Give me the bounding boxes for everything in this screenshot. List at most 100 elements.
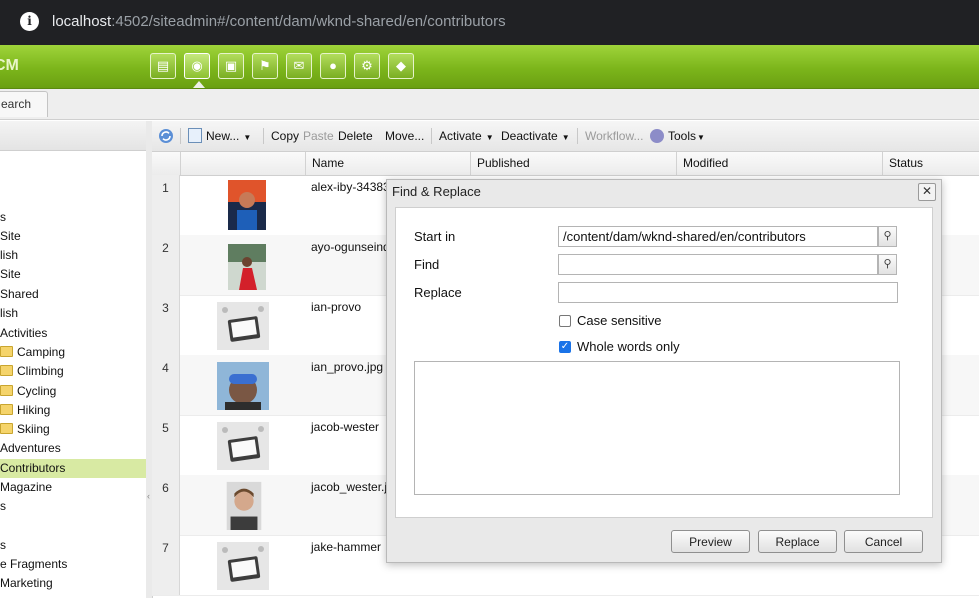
copy-button[interactable]: Copy <box>271 121 299 151</box>
site-info-icon[interactable]: i <box>20 12 39 31</box>
find-search-icon[interactable]: ⚲ <box>878 254 897 275</box>
delete-button[interactable]: Delete <box>338 121 373 151</box>
dialog-title: Find & Replace <box>392 184 481 199</box>
start-in-field[interactable] <box>558 226 878 247</box>
site-tree: s Site lish Site Shared lish Activities … <box>0 121 147 598</box>
whole-words-checkbox[interactable]: ✓ <box>559 341 571 353</box>
tab-search[interactable]: earch <box>0 91 48 117</box>
column-header-name[interactable]: Name <box>305 152 470 175</box>
new-page-icon <box>188 128 202 143</box>
tree-item[interactable] <box>0 169 146 188</box>
community-icon[interactable]: ● <box>320 53 346 79</box>
browse-path-search-icon[interactable]: ⚲ <box>878 226 897 247</box>
column-header-status[interactable]: Status <box>882 152 979 175</box>
tree-item-climbing[interactable]: Climbing <box>0 362 146 381</box>
workflow-button[interactable]: Workflow... <box>585 121 643 151</box>
tree-item-label: Camping <box>17 345 66 359</box>
deactivate-button[interactable]: Deactivate ▼ <box>501 121 570 151</box>
collapse-arrow-icon[interactable]: ‹ <box>147 491 150 501</box>
tree-item-label: Hiking <box>17 403 51 417</box>
grid-header: Name Published Modified Status <box>152 152 979 176</box>
toolbar-separator <box>263 128 264 144</box>
asset-name[interactable]: ian-provo <box>311 300 361 314</box>
preview-button[interactable]: Preview <box>671 530 750 553</box>
folder-icon <box>0 423 13 434</box>
asset-name[interactable]: alex-iby-34383 <box>311 180 390 194</box>
column-header-thumbnail[interactable] <box>180 152 305 175</box>
tree-item[interactable]: s <box>0 208 146 227</box>
tree-item-label: Skiing <box>17 422 50 436</box>
new-button[interactable]: New... ▼ <box>188 121 251 151</box>
tree-item-contributors[interactable]: Contributors <box>0 459 146 478</box>
whole-words-label[interactable]: Whole words only <box>577 339 680 354</box>
tree-item[interactable]: Shared <box>0 285 146 304</box>
column-header-modified[interactable]: Modified <box>676 152 882 175</box>
tree-item[interactable]: Magazine <box>0 478 146 497</box>
chevron-down-icon: ▼ <box>561 133 570 142</box>
tree-item-camping[interactable]: Camping <box>0 343 146 362</box>
tree-item[interactable]: Activities <box>0 324 146 343</box>
digital-assets-icon[interactable]: ▣ <box>218 53 244 79</box>
folder-icon <box>0 346 13 357</box>
inbox-icon[interactable]: ✉ <box>286 53 312 79</box>
toolbar-separator <box>180 128 181 144</box>
asset-name[interactable]: jacob_wester.j <box>311 480 387 494</box>
chevron-down-icon: ▼ <box>243 133 252 142</box>
asset-thumbnail <box>217 302 269 350</box>
app-logo: CM <box>0 57 19 74</box>
asset-thumbnail <box>217 422 269 470</box>
tree-item-hiking[interactable]: Hiking <box>0 401 146 420</box>
replace-field[interactable] <box>558 282 898 303</box>
paste-button[interactable]: Paste <box>303 121 334 151</box>
deactivate-label: Deactivate <box>501 129 558 143</box>
start-in-label: Start in <box>414 229 456 244</box>
tools-label: Tools <box>668 129 697 143</box>
move-button[interactable]: Move... <box>385 121 424 151</box>
replace-label: Replace <box>414 285 462 300</box>
tools-menu-button[interactable]: Tools▼ <box>650 121 705 151</box>
tools-icon[interactable]: ⚙ <box>354 53 380 79</box>
tools-gear-icon <box>650 129 664 143</box>
asset-name[interactable]: jake-hammer <box>311 540 381 554</box>
case-sensitive-label[interactable]: Case sensitive <box>577 313 662 328</box>
asset-thumbnail <box>228 244 266 290</box>
campaigns-icon[interactable]: ⚑ <box>252 53 278 79</box>
close-icon[interactable]: ✕ <box>918 183 936 201</box>
websites-icon[interactable]: ▤ <box>150 53 176 79</box>
tree-item[interactable]: lish <box>0 246 146 265</box>
case-sensitive-checkbox[interactable] <box>559 315 571 327</box>
column-header-published[interactable]: Published <box>470 152 676 175</box>
asset-name[interactable]: ian_provo.jpg <box>311 360 383 374</box>
toolbar-separator <box>431 128 432 144</box>
tree-item[interactable]: Adventures <box>0 439 146 458</box>
tree-item-cycling[interactable]: Cycling <box>0 382 146 401</box>
activate-button[interactable]: Activate ▼ <box>439 121 494 151</box>
dialog-form-panel: Start in ⚲ Find ⚲ Replace Case sensitive… <box>395 207 933 518</box>
tree-item[interactable]: e Fragments <box>0 555 146 574</box>
tree-item[interactable]: Site <box>0 227 146 246</box>
tree-item-skiing[interactable]: Skiing <box>0 420 146 439</box>
asset-name[interactable]: ayo-ogunseinde <box>311 240 396 254</box>
find-replace-dialog: Find & Replace ✕ Start in ⚲ Find ⚲ Repla… <box>386 179 942 563</box>
grid-toolbar: New... ▼ Copy Paste Delete Move... Activa… <box>152 121 979 152</box>
row-number: 3 <box>152 295 180 355</box>
globe-icon[interactable]: ◉ <box>184 53 210 79</box>
tree-item[interactable] <box>0 517 146 536</box>
tree-item-label: Cycling <box>17 384 57 398</box>
tree-item[interactable]: s <box>0 536 146 555</box>
tree-item[interactable]: Marketing <box>0 574 146 593</box>
tagging-icon[interactable]: ◆ <box>388 53 414 79</box>
cancel-button[interactable]: Cancel <box>844 530 923 553</box>
replace-button[interactable]: Replace <box>758 530 837 553</box>
tree-item[interactable]: Site <box>0 265 146 284</box>
find-field[interactable] <box>558 254 878 275</box>
tree-item[interactable]: lish <box>0 304 146 323</box>
tree-item[interactable]: s <box>0 497 146 516</box>
folder-icon <box>0 404 13 415</box>
asset-name[interactable]: jacob-wester <box>311 420 379 434</box>
tab-strip: earch <box>0 89 979 120</box>
url-field[interactable]: localhost:4502/siteadmin#/content/dam/wk… <box>52 13 506 30</box>
asset-thumbnail <box>228 180 266 230</box>
chevron-down-icon: ▼ <box>697 133 705 142</box>
refresh-icon[interactable] <box>157 121 175 151</box>
